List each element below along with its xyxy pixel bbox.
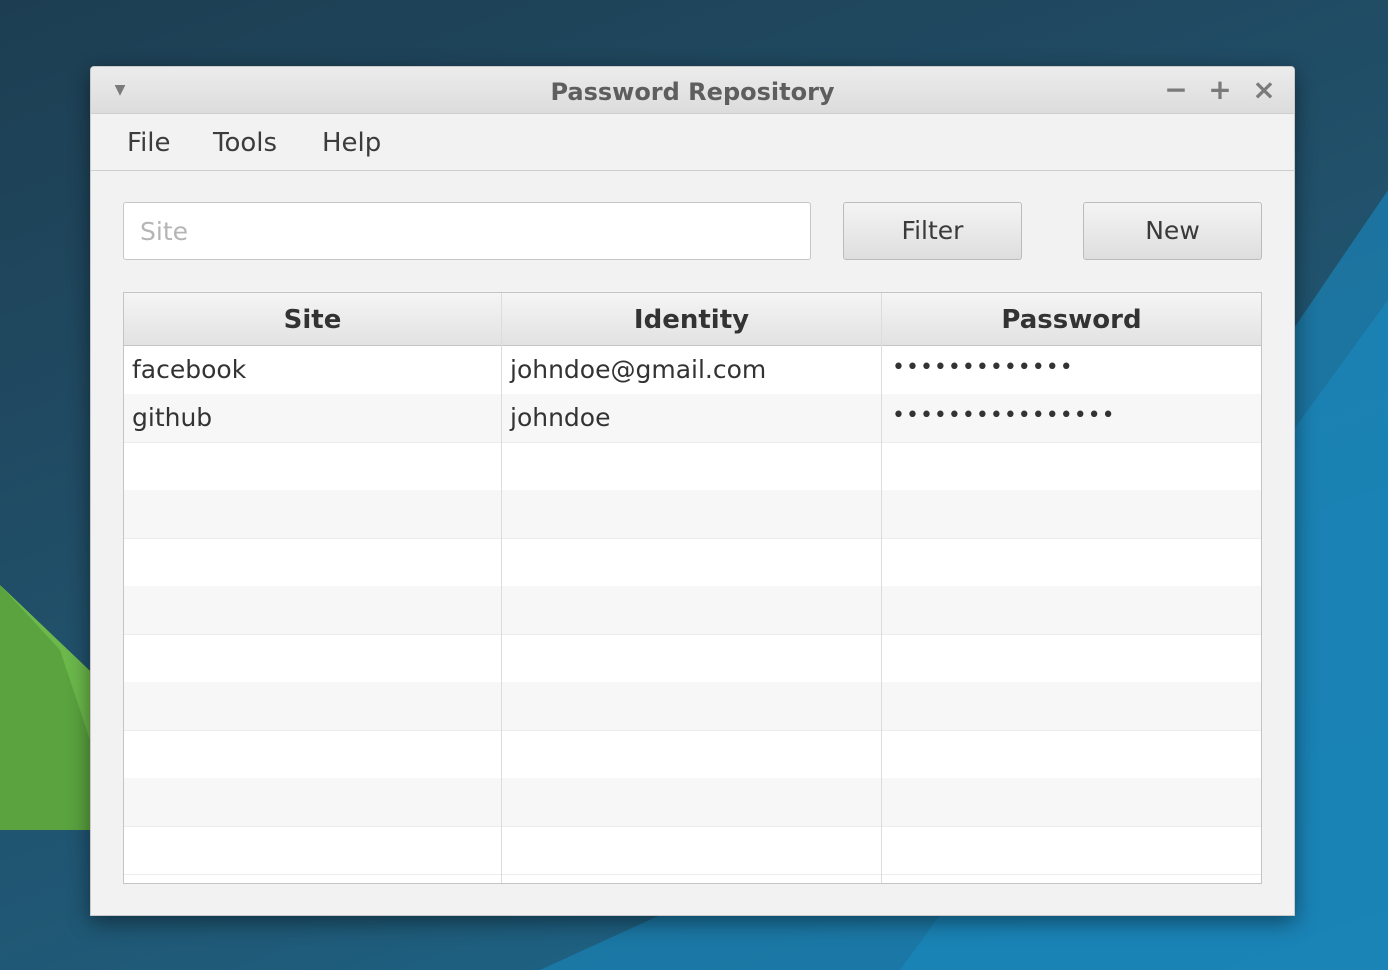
maximize-icon[interactable]: + [1207,76,1233,104]
empty-row [124,682,1261,731]
table-row[interactable]: github johndoe •••••••••••••••• [124,394,1261,443]
window-title: Password Repository [550,78,835,106]
empty-row [124,538,1261,587]
cell-password: •••••••••••••••• [892,403,1116,428]
filter-button[interactable]: Filter [843,202,1022,260]
menu-help[interactable]: Help [316,126,387,160]
minimize-icon[interactable]: − [1163,76,1189,104]
site-search-input[interactable] [123,202,811,260]
menu-bar: File Tools Help [91,114,1294,171]
empty-row [124,490,1261,539]
new-button[interactable]: New [1083,202,1262,260]
cell-identity: johndoe [510,403,611,432]
empty-row [124,634,1261,683]
menu-tools[interactable]: Tools [207,126,283,160]
cell-site: github [132,403,213,432]
credentials-table: Site Identity Password facebook johndoe@… [123,292,1262,884]
menu-file[interactable]: File [121,126,177,160]
empty-row [124,586,1261,635]
table-header: Site Identity Password [124,293,1261,346]
column-header-site[interactable]: Site [124,293,502,345]
column-divider [881,293,882,883]
cell-site: facebook [132,355,247,384]
cell-identity: johndoe@gmail.com [510,355,767,384]
column-divider [501,293,502,883]
close-icon[interactable]: × [1251,76,1277,104]
empty-row [124,778,1261,827]
title-bar[interactable]: ▼ Password Repository − + × [91,67,1294,114]
empty-row [124,826,1261,875]
table-row[interactable]: facebook johndoe@gmail.com ••••••••••••• [124,346,1261,395]
empty-row [124,730,1261,779]
app-window: ▼ Password Repository − + × File Tools H… [90,66,1295,916]
column-header-password[interactable]: Password [882,293,1261,345]
desktop: ▼ Password Repository − + × File Tools H… [0,0,1388,970]
cell-password: ••••••••••••• [892,355,1074,380]
empty-row [124,442,1261,491]
column-header-identity[interactable]: Identity [502,293,882,345]
